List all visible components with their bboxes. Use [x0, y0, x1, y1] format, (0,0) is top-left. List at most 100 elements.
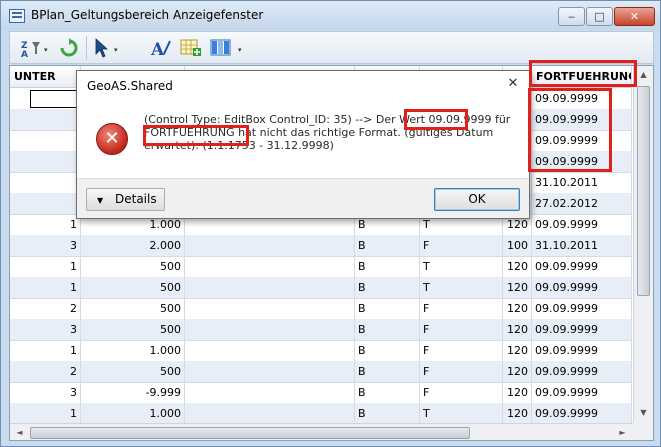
table-cell[interactable] — [10, 172, 81, 194]
table-cell[interactable]: 120 — [503, 298, 532, 320]
scroll-down-arrow[interactable]: ▼ — [634, 404, 653, 422]
table-cell[interactable]: 500 — [81, 298, 185, 320]
table-cell[interactable] — [185, 277, 355, 299]
table-cell[interactable]: 120 — [503, 319, 532, 341]
horizontal-scrollbar[interactable]: ◄ ► — [10, 423, 633, 440]
table-cell[interactable]: 120 — [503, 256, 532, 278]
table-cell[interactable]: 1 — [10, 340, 81, 362]
refresh-icon[interactable] — [56, 35, 82, 61]
table-cell[interactable]: 1.000 — [81, 340, 185, 362]
table-cell[interactable]: F — [420, 319, 503, 341]
table-cell[interactable]: 27.02.2012 — [532, 193, 632, 215]
table-cell[interactable] — [10, 151, 81, 173]
table-cell[interactable]: B — [355, 319, 420, 341]
table-cell[interactable]: 2.000 — [81, 235, 185, 257]
table-cell[interactable]: -9.999 — [81, 382, 185, 404]
table-cell[interactable]: 120 — [503, 277, 532, 299]
dialog-close-button[interactable]: ✕ — [503, 75, 523, 93]
table-cell[interactable]: 09.09.9999 — [532, 403, 632, 425]
table-cell[interactable]: 500 — [81, 277, 185, 299]
table-cell[interactable]: 100 — [503, 235, 532, 257]
table-cell[interactable]: 09.09.9999 — [532, 256, 632, 278]
table-cell[interactable]: B — [355, 277, 420, 299]
table-cell[interactable]: 09.09.9999 — [532, 319, 632, 341]
text-style-icon[interactable]: A — [148, 35, 174, 61]
ok-button[interactable]: OK — [434, 188, 520, 211]
table-cell[interactable]: B — [355, 235, 420, 257]
table-cell[interactable]: 2 — [10, 361, 81, 383]
table-row[interactable]: 3 2.000 B F 100 31.10.2011 — [10, 235, 632, 257]
table-cell[interactable]: 120 — [503, 340, 532, 362]
select-pointer-icon[interactable] — [90, 35, 114, 61]
table-cell[interactable]: 09.09.9999 — [532, 214, 632, 236]
table-cell[interactable]: 2 — [10, 298, 81, 320]
table-cell[interactable]: 120 — [503, 382, 532, 404]
table-row[interactable]: 2 500 B F 120 09.09.9999 — [10, 361, 632, 383]
table-cell[interactable]: F — [420, 235, 503, 257]
table-cell[interactable] — [10, 109, 81, 131]
table-cell[interactable]: 3 — [10, 382, 81, 404]
table-cell[interactable]: 1 — [10, 214, 81, 236]
table-cell[interactable]: F — [420, 340, 503, 362]
table-row[interactable]: 3 500 B F 120 09.09.9999 — [10, 319, 632, 341]
add-table-icon[interactable] — [178, 35, 204, 61]
table-cell[interactable]: 09.09.9999 — [532, 382, 632, 404]
table-cell[interactable]: 120 — [503, 361, 532, 383]
scroll-right-arrow[interactable]: ► — [613, 424, 632, 440]
table-cell[interactable]: F — [420, 298, 503, 320]
table-row[interactable]: 1 1.000 B T 120 09.09.9999 — [10, 403, 632, 425]
details-button[interactable]: ▼ Details — [86, 188, 165, 211]
table-cell[interactable]: 1 — [10, 256, 81, 278]
table-cell[interactable]: B — [355, 361, 420, 383]
table-cell[interactable]: T — [420, 256, 503, 278]
table-cell[interactable] — [185, 382, 355, 404]
table-cell[interactable]: 3 — [10, 235, 81, 257]
table-row[interactable]: 1 500 B T 120 09.09.9999 — [10, 277, 632, 299]
close-button[interactable]: ✕ — [614, 7, 655, 26]
table-cell[interactable]: 500 — [81, 319, 185, 341]
sort-filter-dropdown-arrow[interactable]: ▾ — [44, 46, 48, 54]
table-cell[interactable]: F — [420, 361, 503, 383]
table-cell[interactable] — [185, 235, 355, 257]
table-cell[interactable]: B — [355, 298, 420, 320]
table-cell[interactable]: 500 — [81, 361, 185, 383]
table-cell[interactable] — [185, 319, 355, 341]
table-cell[interactable]: B — [355, 256, 420, 278]
vertical-scroll-thumb[interactable] — [637, 86, 650, 296]
table-cell[interactable] — [185, 361, 355, 383]
table-cell[interactable]: T — [420, 277, 503, 299]
table-cell[interactable]: 31.10.2011 — [532, 172, 632, 194]
columns-dropdown-arrow[interactable]: ▾ — [238, 46, 242, 54]
table-cell[interactable]: 1 — [10, 403, 81, 425]
table-cell[interactable]: B — [355, 382, 420, 404]
select-dropdown-arrow[interactable]: ▾ — [114, 46, 118, 54]
table-cell[interactable]: 09.09.9999 — [532, 277, 632, 299]
table-cell[interactable] — [185, 298, 355, 320]
table-cell[interactable]: 31.10.2011 — [532, 235, 632, 257]
table-row[interactable]: 3 -9.999 B F 120 09.09.9999 — [10, 382, 632, 404]
vertical-scrollbar[interactable]: ▲ ▼ — [633, 66, 653, 423]
column-header-0[interactable]: UNTER — [10, 66, 81, 88]
columns-icon[interactable] — [208, 35, 234, 61]
table-cell[interactable]: 09.09.9999 — [532, 340, 632, 362]
title-bar[interactable]: BPlan_Geltungsbereich Anzeigefenster ‒ □… — [1, 1, 660, 30]
table-cell[interactable]: 3 — [10, 319, 81, 341]
maximize-button[interactable]: □ — [586, 7, 613, 26]
table-cell[interactable]: 1 — [10, 277, 81, 299]
table-cell[interactable]: B — [355, 403, 420, 425]
table-cell[interactable]: 09.09.9999 — [532, 361, 632, 383]
table-cell[interactable] — [185, 340, 355, 362]
table-row[interactable]: 1 500 B T 120 09.09.9999 — [10, 256, 632, 278]
table-cell[interactable] — [10, 130, 81, 152]
table-cell[interactable] — [185, 403, 355, 425]
sort-filter-icon[interactable]: ZA — [18, 35, 44, 61]
table-cell[interactable]: 1.000 — [81, 403, 185, 425]
table-cell[interactable]: 500 — [81, 256, 185, 278]
table-cell[interactable]: F — [420, 382, 503, 404]
horizontal-scroll-thumb[interactable] — [30, 427, 470, 439]
table-cell[interactable] — [10, 193, 81, 215]
table-cell[interactable]: 09.09.9999 — [532, 298, 632, 320]
table-cell[interactable]: T — [420, 403, 503, 425]
table-row[interactable]: 1 1.000 B F 120 09.09.9999 — [10, 340, 632, 362]
table-cell[interactable]: 120 — [503, 403, 532, 425]
